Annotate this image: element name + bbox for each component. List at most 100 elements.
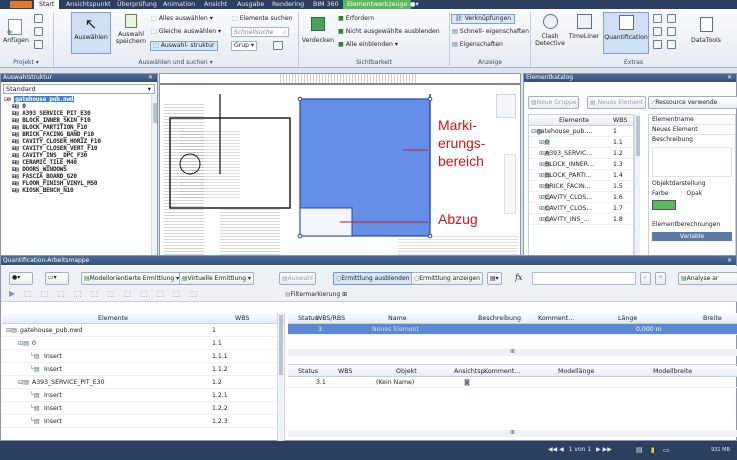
ribbon-options-icon[interactable]: ●▾	[410, 0, 419, 9]
tree-item[interactable]: ⊞▤ CAVITY_CLOSER_VERT_F10	[4, 145, 142, 152]
object-row[interactable]: 3.1 (Kein Name) ◙	[288, 377, 737, 388]
chart-icon[interactable]: ▮	[651, 446, 655, 454]
next-page-icon[interactable]: ▶ ▶▶	[596, 446, 612, 453]
viewcube[interactable]	[496, 94, 516, 118]
column-header[interactable]: Objekt	[396, 366, 417, 377]
viewpoint-icon[interactable]: ◙	[464, 377, 470, 388]
tree-mode-select[interactable]: Standard ▾	[3, 84, 155, 94]
catalog-row[interactable]: ⊟▤ gatehouse_pub.... 1	[529, 126, 633, 137]
nav-bar[interactable]	[504, 154, 516, 214]
takeoff-hscroll[interactable]: III	[288, 349, 737, 356]
workbook-left-scrollbar[interactable]	[277, 313, 283, 441]
catalog-row[interactable]: ⊞▤ BRICK_FACIN... 1.5	[529, 181, 633, 192]
use-resource-button[interactable]: ⟋Ressource verwende	[648, 96, 737, 109]
table-row[interactable]: └▤ Insert 1.2.1	[2, 389, 284, 402]
tab-animation[interactable]: Animation	[163, 0, 195, 9]
reset-icon[interactable]	[34, 27, 43, 36]
table-row[interactable]: └▤ Insert 1.2.3	[2, 415, 284, 428]
element-name-field[interactable]: Neues Element	[649, 125, 735, 135]
description-field[interactable]	[652, 147, 732, 177]
datatools-button[interactable]: DataTools	[686, 17, 726, 44]
column-header[interactable]: WBS/RBS	[316, 313, 345, 324]
tree-item[interactable]: ⊞▤ 0	[4, 103, 142, 110]
tab-rendering[interactable]: Rendering	[272, 0, 304, 9]
new-group-button[interactable]: ▤Neue Gruppe	[528, 96, 580, 109]
catalog-row[interactable]: ⊞▤ BLOCK_INNER... 1.3	[529, 159, 633, 170]
erfordern-button[interactable]: ■ Erfordern	[338, 15, 374, 23]
eigenschaften-button[interactable]: ▤ Eigenschaften	[452, 41, 503, 49]
tree-item[interactable]: ⊞▤ A393_SERVICE_PIT_E30	[4, 110, 142, 117]
formula-input[interactable]	[532, 272, 636, 285]
schnelleigenschaften-button[interactable]: ▤ Schnell- eigenschaften	[452, 28, 529, 36]
catalog-row[interactable]: ⊞▤ CAVITY_INS_... 1.8	[529, 214, 633, 225]
virtual-takeoff-button[interactable]: ▤Virtuelle Ermittlung ▾	[179, 272, 254, 285]
tree-item[interactable]: ⊞▤ CERAMIC_TILE_M40	[4, 159, 142, 166]
tree-item[interactable]: ⊞▤ BLOCK_PARTITION_F10	[4, 124, 142, 131]
close-icon[interactable]: ✕	[148, 74, 153, 82]
tool-icon-4[interactable]	[667, 14, 676, 23]
view-button[interactable]: ▭▾	[45, 272, 69, 285]
column-header[interactable]: Name	[388, 313, 407, 324]
refresh-icon[interactable]	[34, 14, 43, 23]
catalog-row[interactable]: ⊞▤ 0 1.1	[529, 137, 633, 148]
alles-auswaehlen-button[interactable]: ⬚ Alles auswählen ▾	[151, 15, 213, 23]
tab-ansicht[interactable]: Ansicht	[204, 0, 227, 9]
catalog-row[interactable]: ⊞▤ CAVITY_CLOS... 1.7	[529, 203, 633, 214]
catalog-row[interactable]: ⊞▤ A393_SERVIC... 1.2	[529, 148, 633, 159]
table-row[interactable]: └▤ Insert 1.1.1	[2, 350, 284, 363]
column-header[interactable]: Komment...	[484, 366, 520, 377]
select-button[interactable]: ▤Auswahl	[279, 272, 316, 285]
column-header[interactable]: Breite	[703, 313, 722, 324]
file-options-icon[interactable]	[34, 40, 43, 49]
tree-vertical-scrollbar[interactable]	[151, 95, 157, 257]
tree-item[interactable]: ⊞▤ DOORS_WINDOWS	[4, 166, 142, 173]
column-header[interactable]: Länge	[618, 313, 637, 324]
accept-formula-button[interactable]: ✓	[640, 272, 652, 285]
alle-einblenden-button[interactable]: ■ Alle einblenden ▾	[338, 41, 398, 49]
tab-ueberpruefung[interactable]: Überprüfung	[117, 0, 157, 9]
tree-item[interactable]: ⊞▤ CAVITY_CLOSER_HORIZ_F10	[4, 138, 142, 145]
layout-icon[interactable]: ▤	[636, 446, 643, 454]
tool-icon-3[interactable]	[653, 40, 662, 49]
tab-start[interactable]: Start	[34, 0, 60, 9]
options-button[interactable]: ●▾	[9, 272, 33, 285]
table-row[interactable]: ⊟▤ 0 1.1	[2, 337, 284, 350]
nicht-ausgewaehlte-ausblenden-button[interactable]: ■ Nicht ausgewählte ausblenden	[338, 28, 440, 36]
table-row[interactable]: └▤ Insert 1.1.2	[2, 363, 284, 376]
disk-icon[interactable]: ▭	[663, 446, 670, 454]
auswaehlen-button[interactable]: ↖ Auswählen	[71, 12, 111, 54]
tree-item[interactable]: ⊞▤ FASCIA_BOARD_G20	[4, 173, 142, 180]
catalog-row[interactable]: ⊞▤ CAVITY_CLOS... 1.6	[529, 192, 633, 203]
tree-item[interactable]: ⊞▤ BLOCK_INNER_SKIN_F10	[4, 117, 142, 124]
catalog-vertical-scrollbar[interactable]	[634, 114, 640, 266]
takeoff-row-selected[interactable]: 3 Neues Element 0,000 m	[288, 324, 737, 335]
cancel-formula-button[interactable]: ✕	[655, 272, 667, 285]
column-header[interactable]: Komment...	[538, 313, 574, 324]
column-header[interactable]: Status	[298, 366, 318, 377]
tool-icon-2[interactable]	[653, 27, 662, 36]
objects-hscroll[interactable]: III	[288, 430, 737, 437]
tool-icon-5[interactable]	[667, 27, 676, 36]
tool-icon-1[interactable]	[653, 14, 662, 23]
elemente-suchen-button[interactable]: ⬚ Elemente suchen	[232, 15, 292, 23]
column-header[interactable]: WBS	[338, 366, 352, 377]
app-menu-button[interactable]	[10, 1, 32, 8]
column-header[interactable]: Beschreibung	[478, 313, 521, 324]
tool-icon-6[interactable]	[667, 40, 676, 49]
table-row[interactable]: ⊟▤ gatehouse_pub.nwd 1	[2, 324, 284, 337]
verknuepfungen-button[interactable]: ⛓ Verknüpfungen	[451, 14, 516, 24]
prev-page-icon[interactable]: ◀◀ ◀	[548, 446, 564, 453]
tree-item[interactable]: ⊞▤ KIOSK_BENCH_N10	[4, 187, 142, 194]
close-icon[interactable]: ✕	[727, 256, 732, 265]
close-icon[interactable]: ✕	[727, 74, 732, 82]
table-row[interactable]: ⊟▤ A393_SERVICE_PIT_E30 1.2	[2, 376, 284, 389]
column-header[interactable]: Modellbreite	[653, 366, 692, 377]
quantification-button[interactable]: Quantification	[603, 12, 649, 54]
gleiche-auswaehlen-button[interactable]: ⬚ Gleiche auswählen ▾	[151, 28, 221, 36]
export-button[interactable]: ▤▾	[487, 272, 502, 285]
column-header[interactable]: Modellänge	[558, 366, 594, 377]
tab-elementwerkzeuge[interactable]: Elementwerkzeuge	[343, 0, 412, 9]
new-element-button[interactable]: ▤ Neues Element	[587, 96, 647, 109]
catalog-row[interactable]: ⊞▤ BLOCK_PARTI... 1.4	[529, 170, 633, 181]
sets-icon[interactable]	[273, 41, 283, 50]
